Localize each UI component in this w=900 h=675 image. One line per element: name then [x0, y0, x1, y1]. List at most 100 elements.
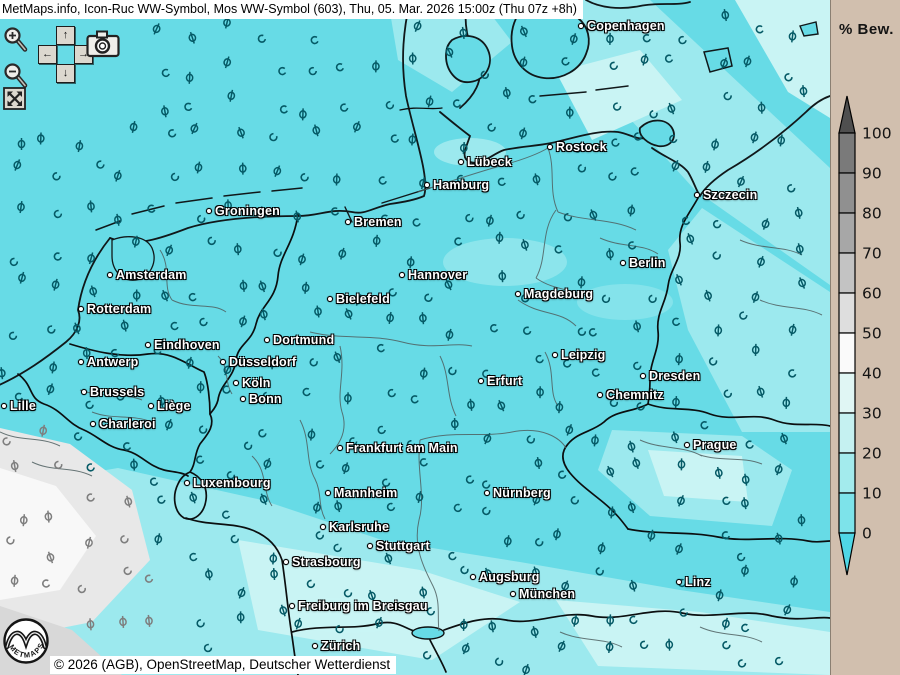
scale-tick-label: 70 [862, 245, 882, 263]
screenshot-button[interactable] [86, 29, 120, 59]
ww-symbol-circle [700, 421, 709, 430]
ww-symbol-circle [184, 102, 193, 111]
ww-symbol-phi [774, 532, 783, 545]
ww-symbol-circle [523, 327, 531, 335]
scale-segment [839, 493, 855, 533]
ww-symbol-circle [336, 63, 345, 72]
ww-symbol-phi [419, 312, 426, 324]
scale-tick-label: 60 [862, 285, 882, 303]
ww-symbol-circle [387, 503, 395, 511]
ww-symbol-circle [498, 178, 507, 187]
scale-segment [839, 173, 855, 213]
ww-symbol-phi [262, 457, 272, 470]
scale-segment [839, 453, 855, 493]
ww-symbol-circle [302, 388, 311, 397]
ww-symbol-phi [779, 432, 789, 445]
ww-symbol-circle [578, 328, 585, 335]
ww-symbol-phi [503, 87, 511, 100]
pan-down-button[interactable]: ↓ [56, 64, 75, 83]
ww-symbol-circle [389, 289, 396, 296]
ww-symbol-phi [164, 244, 174, 257]
ww-symbol-circle [170, 322, 179, 331]
ww-symbol-phi [420, 367, 428, 380]
ww-symbol-circle [309, 358, 318, 367]
ww-symbol-circle [425, 294, 433, 302]
ww-symbol-phi [341, 462, 350, 475]
ww-symbol-phi [189, 122, 200, 135]
ww-symbol-circle [454, 237, 463, 246]
ww-symbol-phi [312, 124, 321, 137]
ww-symbol-circle [48, 326, 55, 333]
ww-symbol-circle [413, 218, 421, 226]
ww-symbol-phi [534, 457, 542, 470]
ww-symbol-phi [188, 31, 198, 44]
ww-symbol-phi [352, 120, 362, 133]
ww-symbol-circle [208, 237, 216, 245]
ww-symbol-phi [37, 132, 44, 144]
ww-symbol-phi [553, 528, 561, 541]
ww-symbol-phi [185, 356, 194, 369]
ww-symbol-circle [535, 538, 543, 546]
ww-symbol-phi [225, 199, 232, 211]
ww-symbol-circle [391, 135, 399, 143]
ww-symbol-phi [197, 381, 204, 393]
ww-symbol-phi [314, 305, 322, 318]
ww-symbol-circle [188, 293, 197, 302]
ww-symbol-phi [633, 320, 642, 333]
ww-symbol-circle [316, 461, 323, 468]
ww-symbol-circle [563, 360, 571, 368]
ww-symbol-phi [443, 278, 454, 291]
ww-symbol-circle [388, 389, 395, 396]
pan-up-button[interactable]: ↑ [56, 26, 75, 45]
ww-symbol-circle [162, 69, 170, 77]
ww-symbol-circle [612, 139, 620, 147]
ww-symbol-phi [373, 235, 380, 247]
scale-tick-label: 20 [862, 445, 882, 463]
ww-symbol-phi [161, 105, 169, 118]
ww-symbol-phi [407, 256, 414, 269]
magnifier-minus-icon [6, 65, 26, 86]
ww-symbol-circle [244, 442, 253, 451]
ww-symbol-phi [240, 163, 246, 175]
ww-symbol-phi [518, 127, 527, 140]
fullscreen-button[interactable] [3, 87, 27, 111]
magnifier-plus-icon [6, 29, 26, 50]
ww-symbol-phi [131, 458, 138, 470]
ww-symbol-circle [309, 68, 316, 75]
ww-symbol-circle [573, 145, 581, 153]
ww-symbol-circle [592, 368, 601, 377]
scale-tick-label: 90 [862, 165, 882, 183]
ww-symbol-circle [483, 481, 490, 488]
ww-symbol-phi [240, 280, 247, 293]
ww-symbol-circle [577, 164, 586, 173]
ww-symbol-phi [591, 434, 598, 447]
zoom-in-button[interactable] [3, 26, 30, 55]
ww-symbol-circle [111, 349, 119, 357]
ww-symbol-phi [223, 56, 232, 69]
arrow-down-icon: ↓ [63, 68, 69, 79]
ww-symbol-phi [338, 247, 347, 260]
ww-symbol-phi [790, 575, 798, 588]
ww-symbol-phi [531, 493, 541, 506]
metmaps-weather-map-app: CopenhagenRostockLübeckHamburgSzczecinGr… [0, 0, 900, 675]
ww-symbol-phi [386, 312, 394, 325]
ww-symbol-circle [197, 215, 206, 224]
scale-tick-label: 40 [862, 365, 882, 383]
ww-symbol-phi [236, 126, 246, 139]
ww-symbol-circle [634, 362, 641, 369]
ww-symbol-circle [528, 95, 537, 104]
ww-symbol-phi [151, 22, 162, 35]
scale-segment [839, 293, 855, 333]
ww-symbol-phi [129, 121, 137, 134]
ww-symbol-phi [451, 418, 458, 430]
map-canvas[interactable]: CopenhagenRostockLübeckHamburgSzczecinGr… [0, 0, 830, 675]
ww-symbol-circle [490, 324, 499, 333]
ww-symbol-circle [10, 258, 18, 266]
ww-symbol-circle [10, 332, 17, 339]
ww-symbol-circle [595, 567, 604, 576]
ww-symbol-circle [454, 504, 462, 512]
metmaps-logo: METMAPS [1, 615, 51, 672]
pan-left-button[interactable]: ← [38, 45, 57, 64]
ww-symbol-phi [49, 361, 57, 374]
ww-symbol-phi [87, 200, 94, 212]
